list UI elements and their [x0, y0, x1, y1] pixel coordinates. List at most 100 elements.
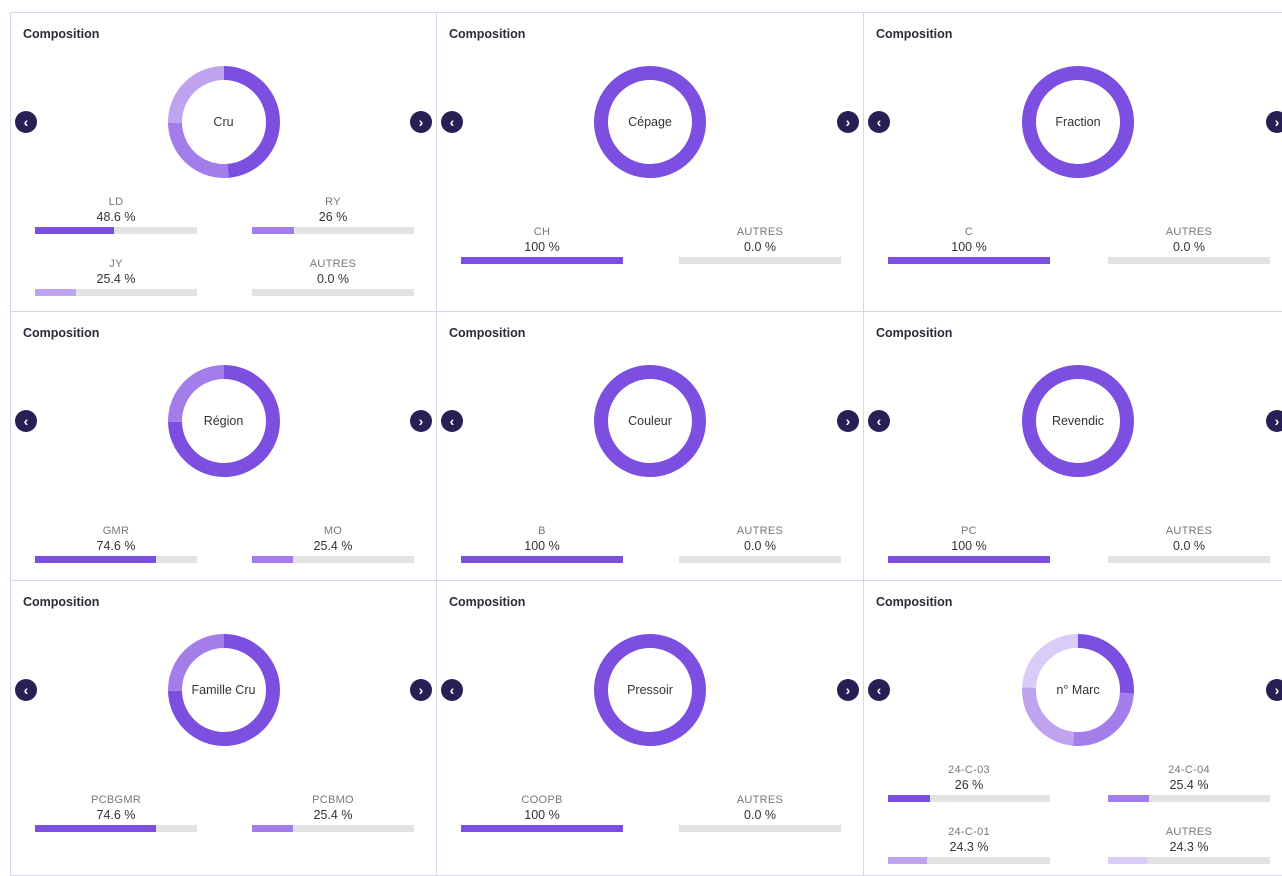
previous-button[interactable]: ‹ — [441, 679, 463, 701]
stat-label: COOPB — [521, 794, 563, 806]
previous-button[interactable]: ‹ — [15, 111, 37, 133]
card-title: Composition — [449, 595, 526, 609]
stat-c: C 100 % — [888, 225, 1050, 264]
stat-label: 24-C-04 — [1168, 764, 1210, 776]
stat-autres: AUTRES 0.0 % — [679, 524, 841, 563]
stat-label: JY — [109, 258, 123, 270]
previous-button[interactable]: ‹ — [441, 111, 463, 133]
chevron-left-icon: ‹ — [449, 413, 455, 429]
progress-fill — [461, 825, 623, 832]
progress-bar — [35, 556, 197, 563]
donut-center-label: Pressoir — [627, 683, 673, 697]
donut-center-label: Couleur — [628, 414, 672, 428]
chevron-right-icon: › — [418, 114, 424, 130]
progress-fill — [461, 257, 623, 264]
composition-grid: Composition Cru ‹ › LD 48.6 % RY 26 % JY 25.4 % AU… — [10, 12, 1282, 876]
previous-button[interactable]: ‹ — [15, 679, 37, 701]
next-button[interactable]: › — [1266, 111, 1282, 133]
stat-pcbmo: PCBMO 25.4 % — [252, 793, 414, 832]
stat-pcbgmr: PCBGMR 74.6 % — [35, 793, 197, 832]
progress-fill — [1108, 857, 1148, 864]
stat-label: PCBGMR — [90, 794, 142, 806]
stat-mo: MO 25.4 % — [252, 524, 414, 563]
stat-ry: RY 26 % — [252, 195, 414, 234]
next-button[interactable]: › — [410, 679, 432, 701]
card-title: Composition — [23, 27, 100, 41]
stat-label: PCBMO — [312, 794, 354, 806]
progress-bar — [35, 289, 197, 296]
next-button[interactable]: › — [1266, 410, 1282, 432]
stat-label: RY — [325, 196, 341, 208]
chevron-right-icon: › — [845, 413, 851, 429]
progress-fill — [888, 257, 1050, 264]
previous-button[interactable]: ‹ — [441, 410, 463, 432]
stat-label: AUTRES — [1165, 525, 1213, 537]
composition-card-fraction: Composition Fraction ‹ › C 100 % AUTRES 0.0 % — [863, 12, 1282, 312]
stat-value: 100 % — [524, 808, 560, 822]
previous-button[interactable]: ‹ — [868, 111, 890, 133]
card-title: Composition — [876, 27, 953, 41]
stat-jy: JY 25.4 % — [35, 257, 197, 296]
stat-ch: CH 100 % — [461, 225, 623, 264]
stat-value: 25.4 % — [313, 539, 353, 553]
progress-bar — [1108, 257, 1270, 264]
progress-fill — [35, 825, 156, 832]
stat-label: 24-C-03 — [948, 764, 990, 776]
stat-value: 25.4 % — [96, 272, 136, 286]
composition-card-revendic: Composition Revendic ‹ › PC 100 % AUTRES 0.0 % — [863, 311, 1282, 581]
progress-fill — [888, 857, 928, 864]
progress-bar — [461, 556, 623, 563]
donut-chart: Couleur — [591, 362, 709, 480]
progress-bar — [1108, 795, 1270, 802]
stat-ld: LD 48.6 % — [35, 195, 197, 234]
progress-bar — [35, 227, 197, 234]
donut-center-label: Fraction — [1055, 115, 1101, 129]
stat-label: AUTRES — [736, 525, 784, 537]
progress-bar — [1108, 556, 1270, 563]
card-title: Composition — [449, 27, 526, 41]
progress-bar — [888, 857, 1050, 864]
chevron-right-icon: › — [845, 682, 851, 698]
stat-label: AUTRES — [736, 794, 784, 806]
stat-autres: AUTRES 24.3 % — [1108, 825, 1270, 864]
progress-bar — [252, 227, 414, 234]
composition-card-c-page: Composition Cépage ‹ › CH 100 % AUTRES 0.0 % — [436, 12, 864, 312]
composition-card-couleur: Composition Couleur ‹ › B 100 % AUTRES 0.0 % — [436, 311, 864, 581]
next-button[interactable]: › — [1266, 679, 1282, 701]
stat-autres: AUTRES 0.0 % — [252, 257, 414, 296]
donut-chart: Revendic — [1019, 362, 1137, 480]
card-title: Composition — [23, 326, 100, 340]
progress-bar — [252, 825, 414, 832]
next-button[interactable]: › — [837, 410, 859, 432]
stat-label: B — [538, 525, 546, 537]
progress-bar — [888, 257, 1050, 264]
donut-chart: Cépage — [591, 63, 709, 181]
stat-value: 0.0 % — [1173, 240, 1205, 254]
progress-fill — [888, 795, 931, 802]
previous-button[interactable]: ‹ — [868, 410, 890, 432]
progress-bar — [252, 556, 414, 563]
previous-button[interactable]: ‹ — [15, 410, 37, 432]
stat-label: CH — [533, 226, 551, 238]
progress-bar — [679, 556, 841, 563]
next-button[interactable]: › — [410, 410, 432, 432]
previous-button[interactable]: ‹ — [868, 679, 890, 701]
stat-value: 24.3 % — [949, 840, 989, 854]
stat-label: 24-C-01 — [948, 826, 990, 838]
stat-label: PC — [961, 525, 977, 537]
stat-value: 74.6 % — [96, 808, 136, 822]
stat-label: AUTRES — [1165, 226, 1213, 238]
donut-center-label: Cépage — [628, 115, 672, 129]
next-button[interactable]: › — [837, 111, 859, 133]
progress-fill — [252, 227, 295, 234]
chevron-left-icon: ‹ — [449, 682, 455, 698]
stat-24-c-04: 24-C-04 25.4 % — [1108, 763, 1270, 802]
stat-label: LD — [108, 196, 124, 208]
next-button[interactable]: › — [837, 679, 859, 701]
card-title: Composition — [876, 326, 953, 340]
donut-chart: Pressoir — [591, 631, 709, 749]
progress-fill — [461, 556, 623, 563]
card-title: Composition — [876, 595, 953, 609]
stat-label: AUTRES — [736, 226, 784, 238]
next-button[interactable]: › — [410, 111, 432, 133]
